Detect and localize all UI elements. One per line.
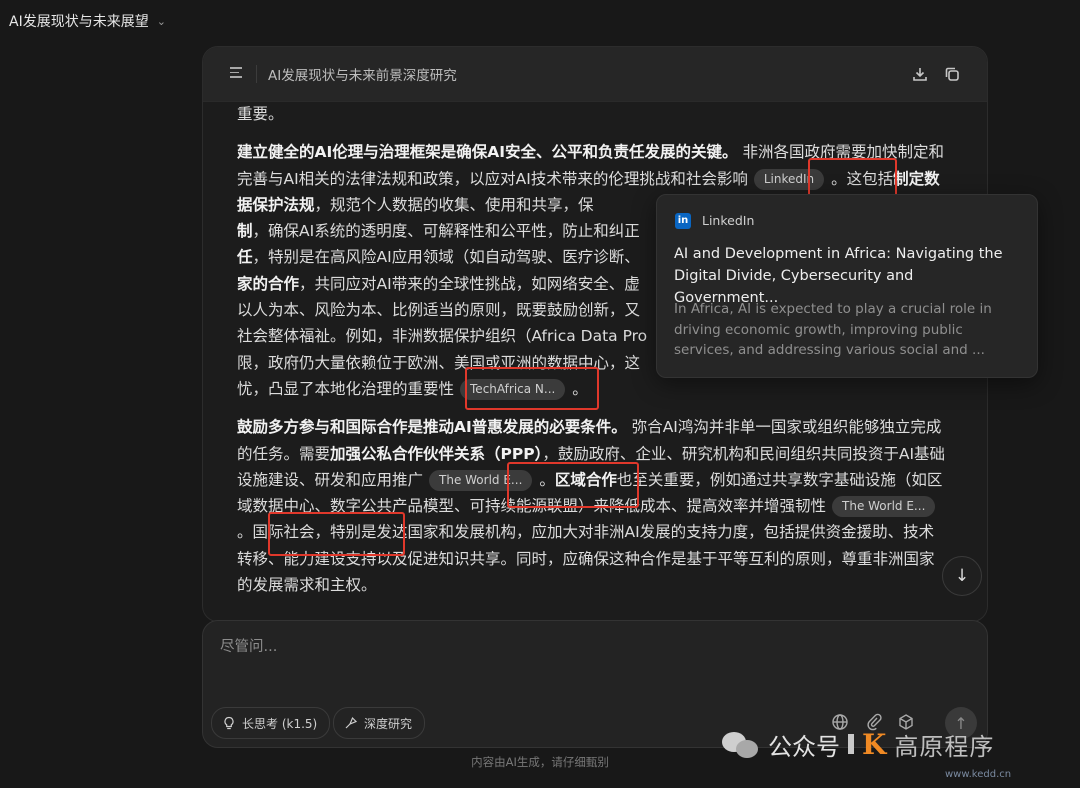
long-think-label: 长思考 (k1.5) — [242, 716, 318, 731]
deep-research-label: 深度研究 — [364, 716, 413, 731]
deep-research-button[interactable]: 深度研究 — [333, 707, 426, 739]
paragraph-continuation: 重要。 — [237, 105, 284, 123]
highlight-box-linkedin — [808, 158, 897, 198]
highlight-box-worldeconomic-2 — [268, 512, 405, 556]
watermark-label: 公众号 — [768, 732, 840, 761]
citation-popover[interactable]: in LinkedIn AI and Development in Africa… — [656, 194, 1038, 378]
scroll-down-button[interactable]: ↓ — [942, 556, 982, 596]
chat-input-placeholder: 尽管问... — [220, 639, 278, 655]
long-think-button[interactable]: 长思考 (k1.5) — [211, 707, 331, 739]
report-title: AI发展现状与未来前景深度研究 — [268, 68, 457, 84]
conversation-title-dropdown[interactable]: AI发展现状与未来展望 ⌄ — [9, 10, 166, 32]
watermark-brand: 高原程序 — [894, 732, 995, 761]
wechat-icon — [722, 730, 760, 758]
arrow-down-icon: ↓ — [954, 566, 970, 586]
card-header: AI发展现状与未来前景深度研究 — [203, 47, 987, 102]
menu-icon[interactable] — [230, 67, 242, 79]
copy-icon[interactable] — [943, 65, 961, 83]
watermark-separator — [848, 734, 854, 754]
research-icon — [345, 716, 358, 729]
watermark: 公众号 K 高原程序 — [722, 722, 994, 766]
watermark-url: www.kedd.cn — [945, 769, 1012, 780]
conversation-title: AI发展现状与未来展望 — [9, 14, 149, 30]
highlight-box-techafrica — [465, 367, 599, 410]
citation-chip-worldeconomic-2[interactable]: The World E... — [832, 496, 936, 518]
chevron-down-icon: ⌄ — [156, 14, 166, 28]
linkedin-icon: in — [675, 213, 691, 229]
lightbulb-icon — [224, 716, 234, 730]
watermark-logo: K — [862, 727, 887, 761]
highlight-box-worldeconomic-1 — [507, 462, 639, 508]
header-divider — [256, 65, 257, 83]
popover-description: In Africa, AI is expected to play a cruc… — [674, 301, 992, 358]
download-icon[interactable] — [911, 65, 929, 83]
popover-source: LinkedIn — [702, 213, 755, 228]
